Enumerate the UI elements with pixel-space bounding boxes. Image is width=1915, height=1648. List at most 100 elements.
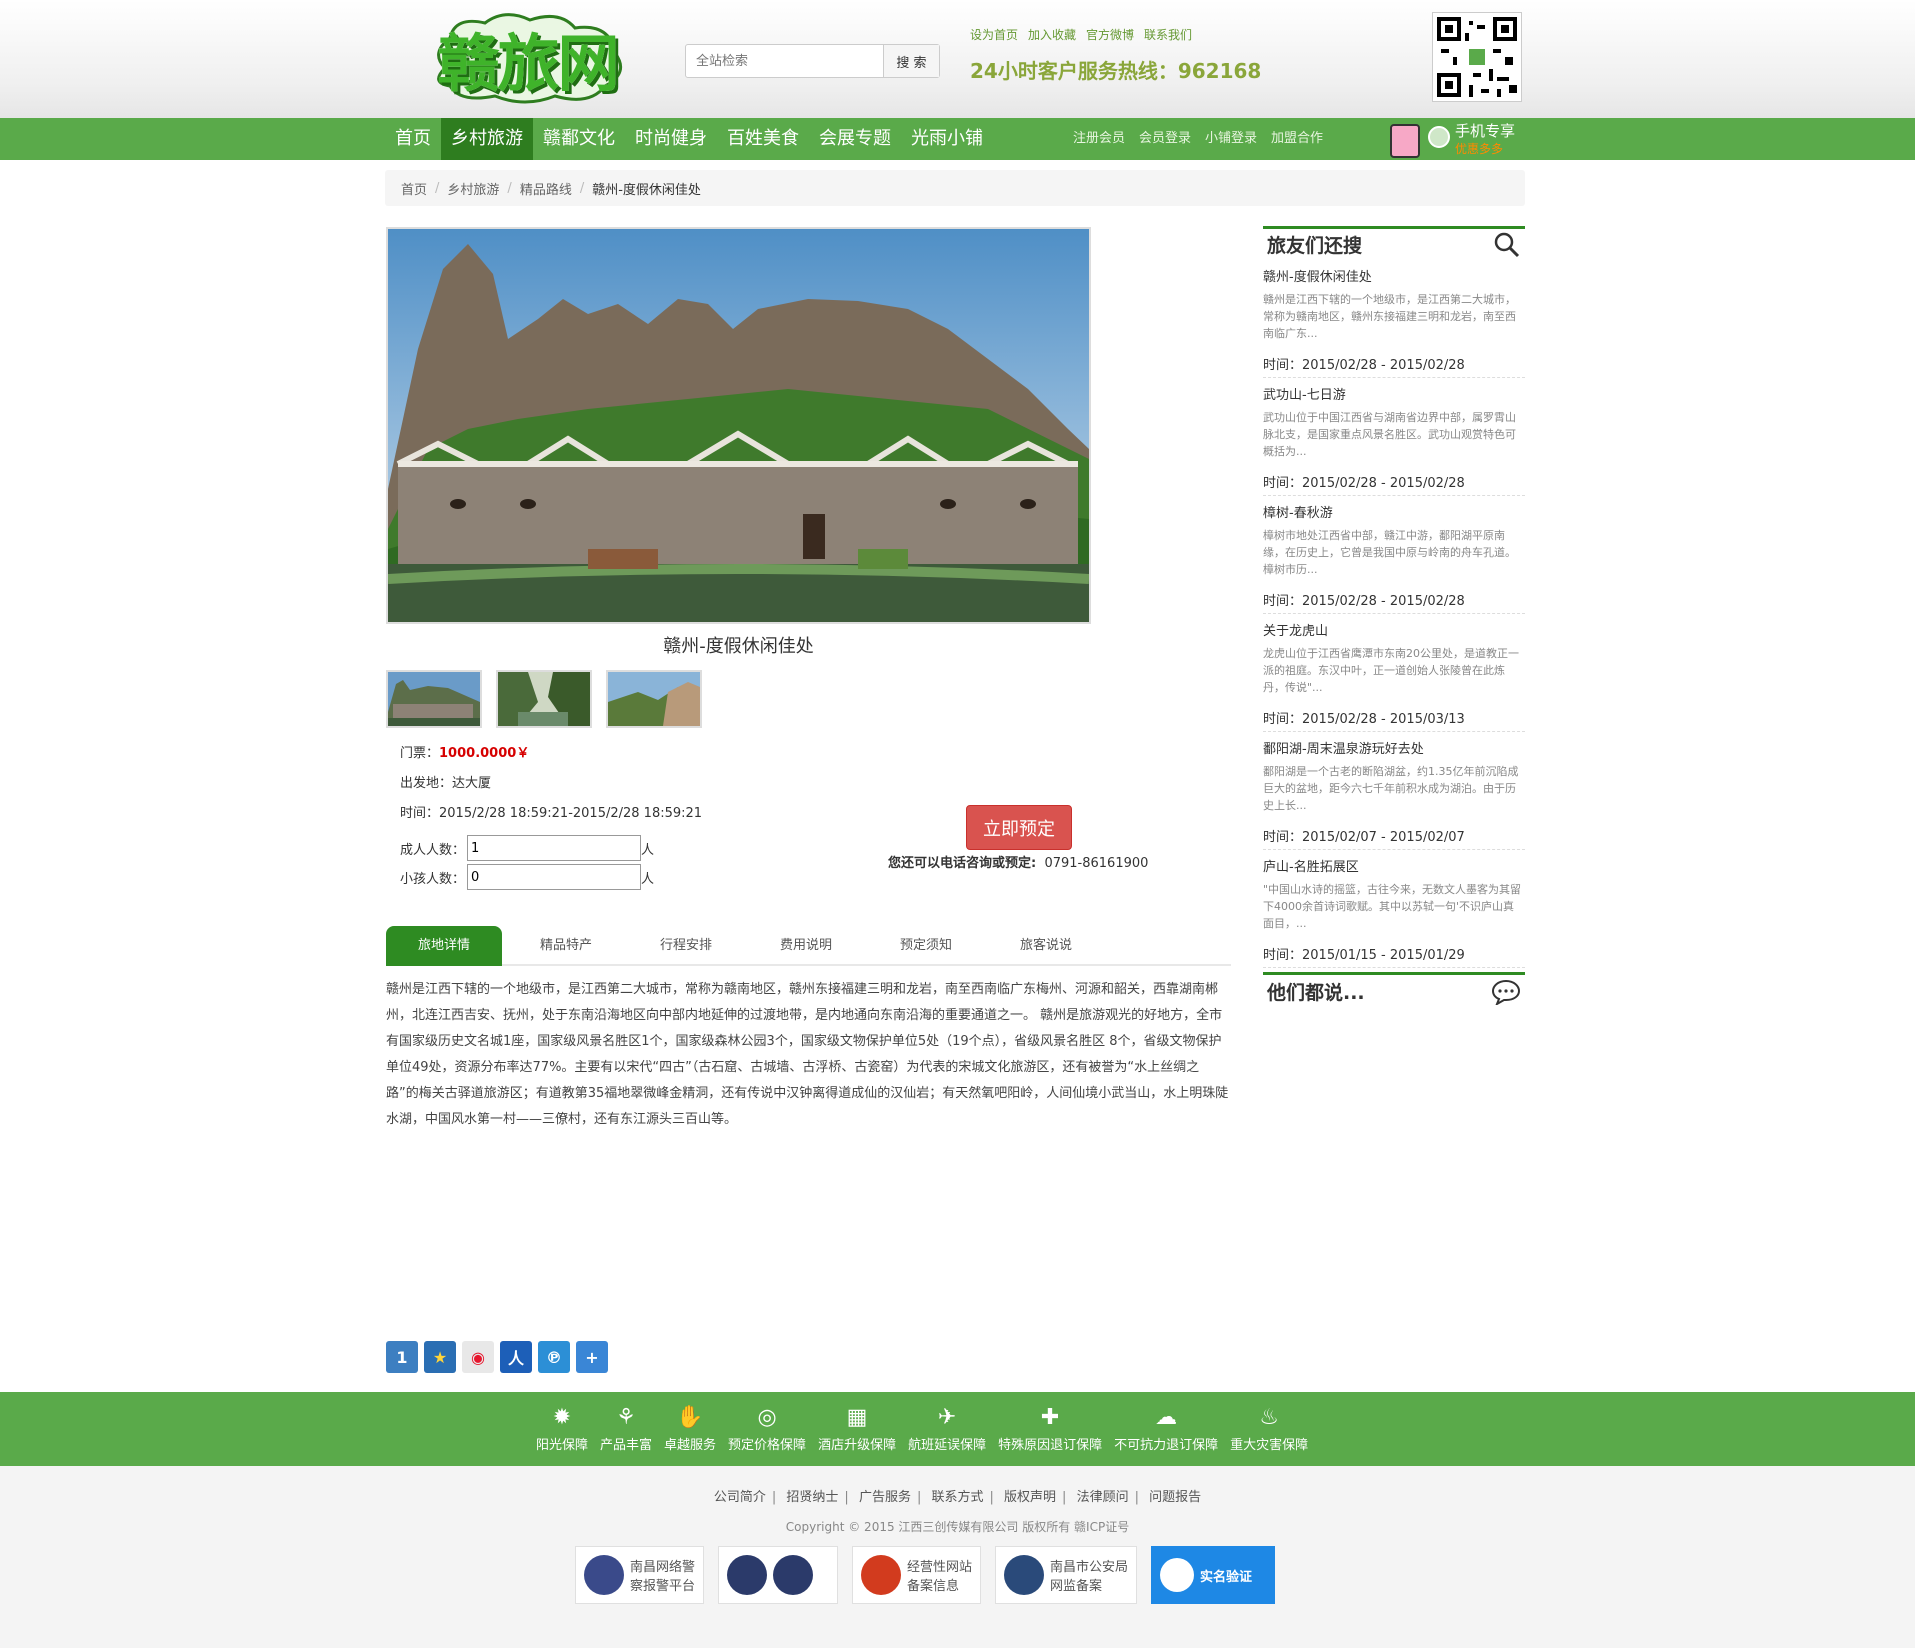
child-count-input[interactable] — [467, 864, 642, 890]
sidebar-item-title[interactable]: 赣州-度假休闲佳处 — [1263, 266, 1525, 285]
detail-tabs: 旅地详情 精品特产 行程安排 费用说明 预定须知 旅客说说 — [386, 926, 1231, 966]
footer-link-about[interactable]: 公司简介 — [714, 1490, 766, 1505]
share-tencent-icon[interactable]: ℗ — [538, 1341, 570, 1373]
mobile-promo[interactable]: 手机专享 优惠多多 — [1390, 120, 1530, 158]
sidebar-item-title[interactable]: 樟树-春秋游 — [1263, 502, 1525, 521]
tab-destination-details[interactable]: 旅地详情 — [386, 926, 502, 966]
search-box: 搜 索 — [685, 44, 940, 78]
sidebar-item-time: 时间：2015/02/07 - 2015/02/07 — [1263, 830, 1465, 845]
guarantee-disaster[interactable]: ♨ 重大灾害保障 — [1224, 1392, 1314, 1466]
share-more-icon[interactable]: + — [576, 1341, 608, 1373]
footer-link-ads[interactable]: 广告服务 — [859, 1490, 911, 1505]
verified-v-icon — [1160, 1558, 1195, 1592]
tab-traveler-comments[interactable]: 旅客说说 — [986, 926, 1106, 966]
sidebar-item-desc: 鄱阳湖是一个古老的断陷湖盆，约1.35亿年前沉陷成巨大的盆地，距今六七千年前积水… — [1263, 765, 1519, 812]
guarantee-label: 重大灾害保障 — [1230, 1438, 1309, 1453]
they-say-title: 他们都说... — [1267, 982, 1365, 1004]
search-icon[interactable] — [1493, 231, 1521, 259]
franchise-link[interactable]: 加盟合作 — [1271, 118, 1323, 160]
footer-link-contact[interactable]: 联系方式 — [931, 1490, 983, 1505]
guarantee-flight[interactable]: ✈ 航班延误保障 — [902, 1392, 992, 1466]
sidebar-item-title[interactable]: 鄱阳湖-周末温泉游玩好去处 — [1263, 738, 1525, 757]
guarantee-hotel[interactable]: ▦ 酒店升级保障 — [812, 1392, 902, 1466]
guarantee-price[interactable]: ◎ 预定价格保障 — [722, 1392, 812, 1466]
tab-specialties[interactable]: 精品特产 — [506, 926, 626, 966]
footer-link-report[interactable]: 问题报告 — [1149, 1490, 1201, 1505]
thumbnail-1[interactable] — [386, 670, 482, 728]
set-homepage-link[interactable]: 设为首页 — [970, 26, 1018, 43]
tab-booking-notes[interactable]: 预定须知 — [866, 926, 986, 966]
badge-line1: 经营性网站 — [907, 1560, 973, 1575]
login-link[interactable]: 会员登录 — [1139, 118, 1191, 160]
adult-label: 成人人数： — [400, 842, 466, 858]
tab-fees[interactable]: 费用说明 — [746, 926, 866, 966]
add-favorite-link[interactable]: 加入收藏 — [1028, 26, 1076, 43]
comment-icon — [1491, 979, 1521, 1005]
nav-item-home[interactable]: 首页 — [385, 118, 441, 160]
guarantee-special-refund[interactable]: ✚ 特殊原因退订保障 — [992, 1392, 1108, 1466]
breadcrumb-home[interactable]: 首页 — [401, 179, 427, 198]
register-link[interactable]: 注册会员 — [1073, 118, 1125, 160]
sidebar-item-title[interactable]: 武功山-七日游 — [1263, 384, 1525, 403]
badge-cyber-police[interactable] — [718, 1546, 839, 1604]
search-input[interactable] — [686, 45, 883, 77]
copyright: Copyright © 2015 江西三创传媒有限公司 版权所有 赣ICP证号 — [785, 1520, 1130, 1534]
phone-consult: 您还可以电话咨询或预定: 0791-86161900 — [888, 852, 1148, 871]
top-links: 设为首页 加入收藏 官方微博 联系我们 — [970, 26, 1192, 43]
footer-link-jobs[interactable]: 招贤纳士 — [786, 1490, 838, 1505]
child-count-row: 小孩人数： 人 — [400, 864, 654, 890]
adult-count-input[interactable] — [467, 835, 642, 861]
badge-public-security[interactable]: 南昌市公安局 网监备案 — [995, 1546, 1138, 1604]
breadcrumb-rural-travel[interactable]: 乡村旅游 — [447, 179, 499, 198]
footer-divider: | — [1062, 1490, 1067, 1505]
sidebar-item-title[interactable]: 关于龙虎山 — [1263, 620, 1525, 639]
they-say-header: 他们都说... — [1263, 972, 1525, 1008]
footer-link-legal[interactable]: 法律顾问 — [1077, 1490, 1129, 1505]
footer-link-copyright[interactable]: 版权声明 — [1004, 1490, 1056, 1505]
nav-item-rural-travel[interactable]: 乡村旅游 — [441, 118, 533, 160]
nav-item-shop[interactable]: 光雨小铺 — [901, 118, 993, 160]
official-weibo-link[interactable]: 官方微博 — [1086, 26, 1134, 43]
main-nav: 首页 乡村旅游 赣鄱文化 时尚健身 百姓美食 会展专题 光雨小铺 注册会员 会员… — [0, 118, 1915, 160]
tab-itinerary[interactable]: 行程安排 — [626, 926, 746, 966]
disaster-icon: ♨ — [1259, 1405, 1279, 1430]
nav-item-fitness[interactable]: 时尚健身 — [625, 118, 717, 160]
search-button[interactable]: 搜 索 — [883, 45, 939, 77]
footer-divider: | — [771, 1490, 777, 1505]
guarantee-label: 酒店升级保障 — [818, 1438, 897, 1453]
ticket-price: 1000.0000￥ — [439, 746, 530, 761]
guarantee-sunshine[interactable]: ✹ 阳光保障 — [530, 1392, 594, 1466]
thumbnail-2[interactable] — [496, 670, 592, 728]
guarantee-service[interactable]: ✋ 卓越服务 — [658, 1392, 722, 1466]
badge-police-report[interactable]: 南昌网络警 察报警平台 — [575, 1546, 705, 1604]
nav-item-exhibition[interactable]: 会展专题 — [809, 118, 901, 160]
share-renren-icon[interactable]: 人 — [500, 1341, 532, 1373]
nav-item-food[interactable]: 百姓美食 — [717, 118, 809, 160]
sidebar-item-title[interactable]: 庐山-名胜拓展区 — [1263, 856, 1525, 875]
ticket-label: 门票： — [400, 746, 440, 761]
share-favorite-icon[interactable]: ★ — [424, 1341, 456, 1373]
sidebar-item: 樟树-春秋游 樟树市地处江西省中部，赣江中游，鄱阳湖平原南缘，在历史上，它曾是我… — [1263, 496, 1525, 614]
site-logo[interactable]: 赣旅网 — [425, 8, 630, 108]
footer-badges: 南昌网络警 察报警平台 经营性网站 备案信息 南昌市公安局 网监备案 实名验证 — [575, 1546, 1276, 1604]
contact-us-link[interactable]: 联系我们 — [1144, 26, 1192, 43]
main-photo — [386, 227, 1091, 624]
book-now-button[interactable]: 立即预定 — [966, 805, 1072, 850]
thumbnail-3[interactable] — [606, 670, 702, 728]
guarantee-products[interactable]: ⚘ 产品丰富 — [594, 1392, 658, 1466]
badge-real-name[interactable]: 实名验证 — [1151, 1546, 1276, 1604]
breadcrumb-routes[interactable]: 精品路线 — [520, 179, 572, 198]
footer-links: 公司简介 | 招贤纳士 | 广告服务 | 联系方式 | 版权声明 | 法律顾问 | 问题报告 — [0, 1486, 1915, 1505]
badge-business-site[interactable]: 经营性网站 备案信息 — [852, 1546, 982, 1604]
shop-login-link[interactable]: 小铺登录 — [1205, 118, 1257, 160]
share-one-icon[interactable]: 1 — [386, 1341, 418, 1373]
guarantee-force-majeure[interactable]: ☁ 不可抗力退订保障 — [1108, 1392, 1224, 1466]
thumbnail-strip — [386, 670, 702, 728]
share-weibo-icon[interactable]: ◉ — [462, 1341, 494, 1373]
nav-item-culture[interactable]: 赣鄱文化 — [533, 118, 625, 160]
guarantee-label: 产品丰富 — [600, 1438, 653, 1453]
storm-cloud-icon: ☁ — [1155, 1405, 1178, 1430]
guarantee-items: ✹ 阳光保障 ⚘ 产品丰富 ✋ 卓越服务 ◎ 预定价格保障 ▦ 酒店升级保障 ✈ 航班延误保… — [530, 1392, 1314, 1466]
share-bar: 1 ★ ◉ 人 ℗ + — [386, 1341, 608, 1373]
child-unit: 人 — [641, 871, 655, 887]
